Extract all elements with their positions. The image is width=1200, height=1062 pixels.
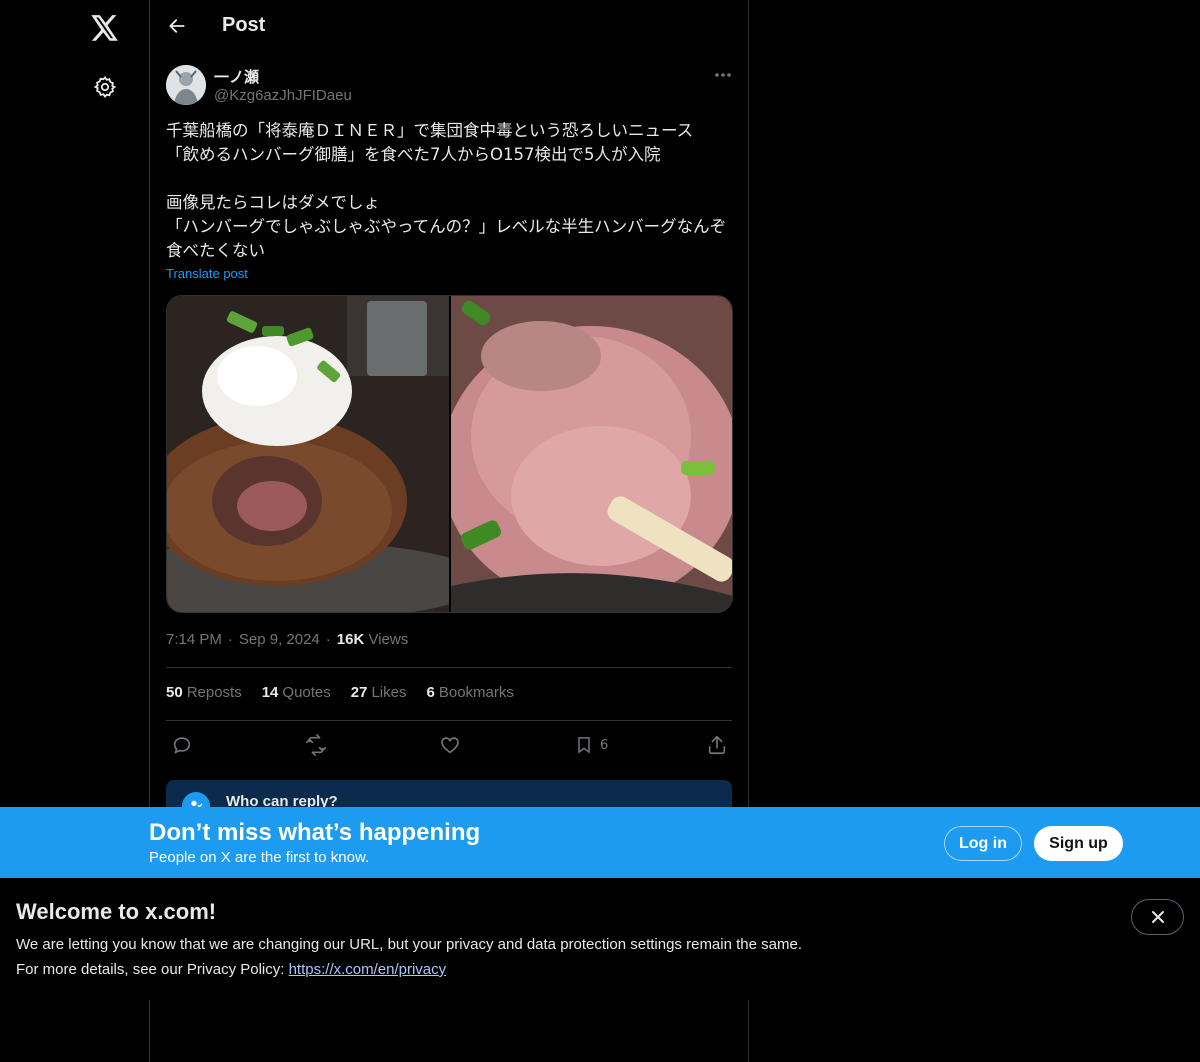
bookmark-button[interactable]: 6 xyxy=(574,733,608,757)
author-display-name[interactable]: 一ノ瀬 xyxy=(214,66,259,87)
welcome-notice: Welcome to x.com! We are letting you kno… xyxy=(0,878,1200,1000)
more-icon xyxy=(715,73,731,77)
post-stats: 50 Reposts 14 Quotes 27 Likes 6 Bookmarks xyxy=(166,684,514,701)
like-button[interactable] xyxy=(439,733,461,757)
back-button[interactable] xyxy=(160,9,194,43)
post-media[interactable] xyxy=(166,295,733,613)
share-icon xyxy=(708,735,726,755)
close-button[interactable] xyxy=(1131,899,1184,935)
welcome-message: We are letting you know that we are chan… xyxy=(16,936,802,953)
repost-icon xyxy=(306,734,326,756)
divider xyxy=(166,667,732,668)
author-handle[interactable]: @Kzg6azJhJFIDaeu xyxy=(214,87,352,104)
views-count: 16K xyxy=(336,631,365,648)
post-paragraph: 千葉船橋の「将泰庵ＤＩＮＥＲ」で集団食中毒という恐ろしいニュース 「飲めるハンバ… xyxy=(166,121,694,164)
page-title: Post xyxy=(222,14,266,36)
banner-subtitle: People on X are the first to know. xyxy=(149,849,370,866)
media-image-hamburger[interactable] xyxy=(167,296,449,612)
signup-button[interactable]: Sign up xyxy=(1034,826,1123,861)
login-button[interactable]: Log in xyxy=(944,826,1022,861)
signup-banner: Don’t miss what’s happening People on X … xyxy=(0,807,1200,878)
heart-icon xyxy=(441,737,459,754)
post-date[interactable]: Sep 9, 2024 xyxy=(239,631,320,648)
bookmark-icon xyxy=(578,737,590,754)
views-label: Views xyxy=(368,631,409,648)
share-button[interactable] xyxy=(706,733,728,757)
divider xyxy=(166,720,732,721)
welcome-privacy-line: For more details, see our Privacy Policy… xyxy=(16,961,447,978)
post-header: Post xyxy=(150,0,748,53)
more-options-button[interactable] xyxy=(710,64,736,86)
welcome-title: Welcome to x.com! xyxy=(16,899,217,924)
x-logo-icon[interactable] xyxy=(80,3,130,53)
avatar[interactable] xyxy=(166,65,206,105)
close-icon xyxy=(1151,911,1164,923)
post-text: 千葉船橋の「将泰庵ＤＩＮＥＲ」で集団食中毒という恐ろしいニュース 「飲めるハンバ… xyxy=(166,119,736,263)
arrow-left-icon xyxy=(169,19,185,33)
reply-button[interactable] xyxy=(171,733,193,757)
repost-button[interactable] xyxy=(304,733,328,757)
bookmarks-stat[interactable]: 6 Bookmarks xyxy=(427,684,514,701)
media-image-closeup[interactable] xyxy=(450,296,732,612)
banner-title: Don’t miss what’s happening xyxy=(149,819,481,846)
post-paragraph: 画像見たらコレはダメでしょ 「ハンバーグでしゃぶしゃぶやってんの？」レベルな半生… xyxy=(166,193,727,260)
post-time[interactable]: 7:14 PM xyxy=(166,631,222,648)
likes-stat[interactable]: 27 Likes xyxy=(351,684,407,701)
translate-post-link[interactable]: Translate post xyxy=(166,266,248,281)
privacy-link[interactable]: https://x.com/en/privacy xyxy=(289,961,447,978)
quotes-stat[interactable]: 14 Quotes xyxy=(262,684,331,701)
bookmark-count: 6 xyxy=(600,737,609,753)
reposts-stat[interactable]: 50 Reposts xyxy=(166,684,242,701)
post-meta: 7:14 PM · Sep 9, 2024 · 16K Views xyxy=(166,631,409,648)
reply-icon xyxy=(173,737,191,754)
gear-icon[interactable] xyxy=(80,62,130,112)
